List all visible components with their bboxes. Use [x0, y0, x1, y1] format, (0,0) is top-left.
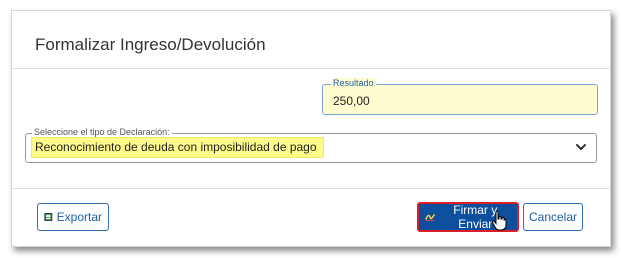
resultado-value: 250,00 — [333, 94, 370, 108]
chevron-down-icon[interactable] — [574, 140, 588, 154]
dialog-title: Formalizar Ingreso/Devolución — [35, 35, 266, 54]
cancelar-label: Cancelar — [528, 210, 578, 224]
tipo-declaracion-label: Seleccione el tipo de Declaración: — [32, 127, 172, 138]
signature-icon — [425, 213, 436, 221]
export-icon — [44, 213, 53, 221]
cancelar-button[interactable]: Cancelar — [523, 203, 583, 231]
tipo-declaracion-value: Reconocimiento de deuda con imposibilida… — [32, 138, 323, 157]
resultado-label: Resultado — [331, 78, 376, 89]
tipo-declaracion-select[interactable]: Seleccione el tipo de Declaración: Recon… — [25, 127, 597, 163]
dialog-header: Formalizar Ingreso/Devolución — [12, 11, 610, 69]
exportar-button[interactable]: Exportar — [37, 203, 109, 231]
dialog-footer: Exportar Firmar y Enviar Cancelar — [12, 188, 610, 246]
exportar-label: Exportar — [56, 210, 102, 224]
cursor-icon — [491, 210, 507, 231]
resultado-field[interactable]: Resultado 250,00 — [322, 78, 598, 115]
dialog: Formalizar Ingreso/Devolución Resultado … — [11, 10, 611, 247]
